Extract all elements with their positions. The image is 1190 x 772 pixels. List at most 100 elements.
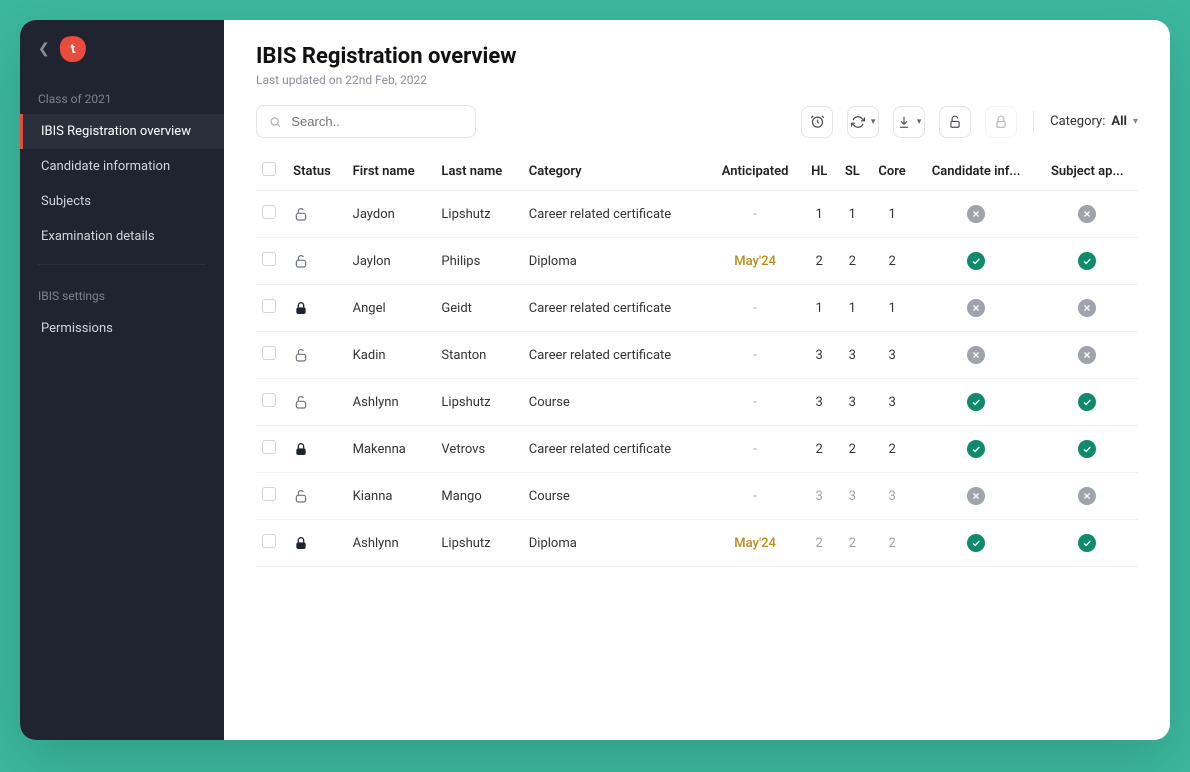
cell-last-name: Lipshutz: [435, 520, 522, 567]
table-row[interactable]: MakennaVetrovsCareer related certificate…: [256, 426, 1138, 473]
cell-anticipated: -: [708, 332, 802, 379]
cell-candidate-info: [916, 379, 1037, 426]
cell-hl: 2: [802, 426, 836, 473]
clock-icon: [810, 114, 825, 129]
column-header-8[interactable]: Candidate inf...: [916, 152, 1037, 191]
table-row[interactable]: JaylonPhilipsDiplomaMay'24222: [256, 238, 1138, 285]
sidebar-item-1[interactable]: Candidate information: [20, 149, 224, 184]
cell-category: Course: [523, 473, 708, 520]
cell-last-name: Mango: [435, 473, 522, 520]
sidebar: ❮ t Class of 2021 IBIS Registration over…: [20, 20, 224, 740]
column-header-5[interactable]: HL: [802, 152, 836, 191]
cell-category: Career related certificate: [523, 285, 708, 332]
sidebar-item2-0[interactable]: Permissions: [20, 311, 224, 346]
cell-anticipated: -: [708, 426, 802, 473]
table-row[interactable]: KiannaMangoCourse-333: [256, 473, 1138, 520]
column-header-1[interactable]: First name: [347, 152, 436, 191]
row-checkbox[interactable]: [262, 346, 276, 360]
cell-candidate-info: [916, 238, 1037, 285]
row-status-icon: [287, 191, 346, 238]
cell-core: 3: [868, 379, 915, 426]
column-header-7[interactable]: Core: [868, 152, 915, 191]
lock-icon: [994, 115, 1008, 129]
cell-hl: 2: [802, 520, 836, 567]
table-row[interactable]: AshlynnLipshutzCourse-333: [256, 379, 1138, 426]
cell-first-name: Ashlynn: [347, 520, 436, 567]
search-box[interactable]: [256, 105, 476, 138]
row-checkbox[interactable]: [262, 393, 276, 407]
download-button[interactable]: [893, 106, 925, 138]
status-pill: [967, 252, 985, 270]
back-chevron-icon[interactable]: ❮: [38, 41, 50, 57]
unlock-all-button[interactable]: [939, 106, 971, 138]
row-status-icon: [287, 238, 346, 285]
cell-hl: 1: [802, 191, 836, 238]
cell-subject-approval: [1036, 332, 1138, 379]
status-pill: [1078, 393, 1096, 411]
column-header-2[interactable]: Last name: [435, 152, 522, 191]
status-pill: [1078, 299, 1096, 317]
row-checkbox[interactable]: [262, 487, 276, 501]
cell-last-name: Lipshutz: [435, 191, 522, 238]
column-header-3[interactable]: Category: [523, 152, 708, 191]
row-status-icon: [287, 379, 346, 426]
status-pill: [1078, 534, 1096, 552]
toolbar: Category: All ▾: [224, 91, 1170, 152]
row-checkbox[interactable]: [262, 205, 276, 219]
clock-button[interactable]: [801, 106, 833, 138]
sidebar-item-0[interactable]: IBIS Registration overview: [20, 114, 224, 149]
cell-last-name: Philips: [435, 238, 522, 285]
cell-last-name: Lipshutz: [435, 379, 522, 426]
cell-hl: 3: [802, 332, 836, 379]
column-header-0[interactable]: Status: [287, 152, 346, 191]
cell-first-name: Makenna: [347, 426, 436, 473]
status-pill: [967, 487, 985, 505]
cell-subject-approval: [1036, 285, 1138, 332]
sidebar-section-class: Class of 2021: [20, 78, 224, 114]
lock-all-button[interactable]: [985, 106, 1017, 138]
refresh-button[interactable]: [847, 106, 879, 138]
cell-candidate-info: [916, 473, 1037, 520]
row-status-icon: [287, 520, 346, 567]
cell-candidate-info: [916, 332, 1037, 379]
last-updated: Last updated on 22nd Feb, 2022: [256, 73, 1138, 87]
table-wrap[interactable]: StatusFirst nameLast nameCategoryAnticip…: [224, 152, 1170, 740]
column-header-4[interactable]: Anticipated: [708, 152, 802, 191]
status-pill: [967, 299, 985, 317]
status-pill: [1078, 346, 1096, 364]
status-pill: [967, 534, 985, 552]
search-input[interactable]: [291, 114, 463, 129]
sidebar-item-2[interactable]: Subjects: [20, 184, 224, 219]
table-row[interactable]: AshlynnLipshutzDiplomaMay'24222: [256, 520, 1138, 567]
sidebar-item-3[interactable]: Examination details: [20, 219, 224, 254]
row-checkbox[interactable]: [262, 534, 276, 548]
toolbar-divider: [1033, 111, 1034, 133]
table-row[interactable]: AngelGeidtCareer related certificate-111: [256, 285, 1138, 332]
cell-subject-approval: [1036, 426, 1138, 473]
select-all-checkbox[interactable]: [262, 162, 276, 176]
refresh-icon: [851, 115, 865, 129]
cell-last-name: Geidt: [435, 285, 522, 332]
status-pill: [967, 205, 985, 223]
cell-subject-approval: [1036, 520, 1138, 567]
cell-anticipated: -: [708, 379, 802, 426]
cell-first-name: Jaydon: [347, 191, 436, 238]
row-checkbox[interactable]: [262, 252, 276, 266]
status-pill: [1078, 252, 1096, 270]
cell-sl: 1: [836, 285, 868, 332]
cell-core: 2: [868, 238, 915, 285]
row-checkbox[interactable]: [262, 299, 276, 313]
status-pill: [1078, 205, 1096, 223]
cell-first-name: Kianna: [347, 473, 436, 520]
column-header-9[interactable]: Subject ap...: [1036, 152, 1138, 191]
table-row[interactable]: JaydonLipshutzCareer related certificate…: [256, 191, 1138, 238]
cell-anticipated: -: [708, 191, 802, 238]
cell-anticipated: -: [708, 473, 802, 520]
sidebar-section-settings: IBIS settings: [20, 275, 224, 311]
column-header-6[interactable]: SL: [836, 152, 868, 191]
table-row[interactable]: KadinStantonCareer related certificate-3…: [256, 332, 1138, 379]
status-pill: [967, 393, 985, 411]
category-filter[interactable]: Category: All ▾: [1050, 114, 1138, 129]
cell-first-name: Angel: [347, 285, 436, 332]
row-checkbox[interactable]: [262, 440, 276, 454]
